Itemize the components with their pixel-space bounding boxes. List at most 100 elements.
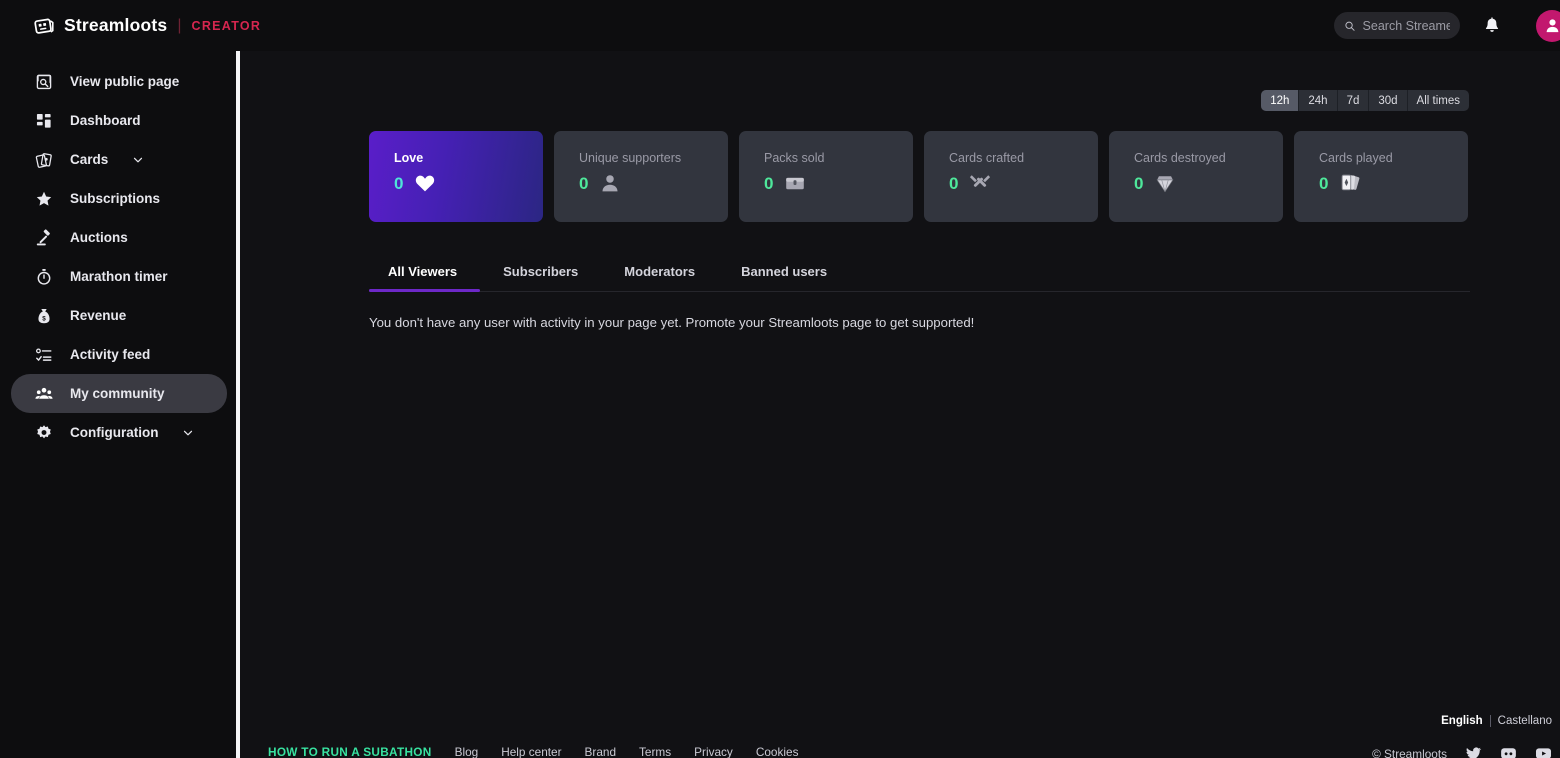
time-range-7d[interactable]: 7d — [1338, 90, 1370, 111]
stat-value: 0 — [949, 173, 959, 193]
page-scrollbar[interactable] — [236, 46, 240, 758]
twitter-icon[interactable] — [1465, 745, 1482, 758]
footer-link-cookies[interactable]: Cookies — [756, 745, 799, 758]
sidebar-item-label: Subscriptions — [70, 191, 161, 206]
stat-card-packs-sold[interactable]: Packs sold 0 — [739, 131, 913, 222]
search-container[interactable] — [1334, 12, 1460, 39]
stat-title: Cards played — [1319, 151, 1393, 165]
sidebar-item-label: Cards — [70, 152, 109, 167]
time-range-30d[interactable]: 30d — [1369, 90, 1408, 111]
stat-card-cards-played[interactable]: Cards played 0 — [1294, 131, 1468, 222]
bell-icon[interactable] — [1482, 15, 1502, 37]
sidebar-nav: View public page Dashboard Cards Subscri… — [0, 51, 238, 758]
stat-body: 0 — [579, 172, 728, 194]
sidebar-item-view-public-page[interactable]: View public page — [11, 62, 227, 101]
people-icon — [35, 387, 53, 399]
stat-card-cards-destroyed[interactable]: Cards destroyed 0 — [1109, 131, 1283, 222]
footer-subathon-cta[interactable]: HOW TO RUN A SUBATHON — [268, 745, 432, 758]
stat-body: 0 — [1319, 172, 1468, 194]
heart-icon — [416, 175, 435, 192]
language-switcher: English Castellano — [1441, 715, 1552, 727]
sidebar-item-label: Revenue — [70, 308, 127, 323]
sidebar-item-marathon-timer[interactable]: Marathon timer — [11, 257, 227, 296]
tab-moderators[interactable]: Moderators — [601, 264, 718, 291]
checklist-icon — [36, 348, 52, 361]
stat-card-love[interactable]: Love 0 — [369, 131, 543, 222]
money-bag-icon: $ — [38, 308, 50, 323]
cards-icon — [35, 152, 52, 168]
footer-copyright-row: © Streamloots — [1372, 745, 1552, 758]
language-castellano[interactable]: Castellano — [1498, 715, 1552, 727]
person-avatar-icon — [1546, 19, 1558, 33]
sidebar-item-activity-feed[interactable]: Activity feed — [11, 335, 227, 374]
tools-icon — [970, 175, 991, 187]
language-divider — [1489, 715, 1491, 727]
stat-body: 0 — [764, 172, 913, 194]
stat-card-unique-supporters[interactable]: Unique supporters 0 — [554, 131, 728, 222]
sidebar-item-label: Activity feed — [70, 347, 151, 362]
tab-all-viewers[interactable]: All Viewers — [369, 264, 481, 292]
top-header: Streamloots | CREATOR — [0, 0, 1560, 51]
stat-title: Cards crafted — [949, 151, 1025, 165]
sidebar-item-label: My community — [70, 386, 165, 401]
stat-body: 0 — [394, 172, 543, 194]
footer-link-brand[interactable]: Brand — [585, 745, 616, 758]
playing-cards-icon — [1342, 174, 1360, 191]
footer-link-privacy[interactable]: Privacy — [694, 745, 733, 758]
sidebar-item-auctions[interactable]: Auctions — [11, 218, 227, 257]
sidebar-item-label: Auctions — [70, 230, 128, 245]
stopwatch-icon — [37, 268, 51, 285]
chest-icon — [786, 177, 805, 190]
stat-value: 0 — [1319, 173, 1329, 193]
person-icon — [602, 175, 618, 192]
time-range-12h[interactable]: 12h — [1261, 90, 1300, 111]
footer-link-terms[interactable]: Terms — [639, 745, 671, 758]
sidebar-item-my-community[interactable]: My community — [11, 374, 227, 413]
brand-logo[interactable]: Streamloots | CREATOR — [33, 15, 261, 37]
time-range-group: 12h 24h 7d 30d All times — [1261, 90, 1469, 111]
sidebar-item-label: Configuration — [70, 425, 159, 440]
community-tabs: All Viewers Subscribers Moderators Banne… — [369, 264, 1470, 292]
footer-link-help-center[interactable]: Help center — [501, 745, 561, 758]
chevron-down-icon[interactable] — [182, 427, 194, 439]
discord-icon[interactable] — [1500, 745, 1517, 758]
stat-title: Unique supporters — [579, 151, 682, 165]
sidebar-item-dashboard[interactable]: Dashboard — [11, 101, 227, 140]
main-content: 12h 24h 7d 30d All times Love 0 Unique s… — [240, 51, 1560, 758]
stats-cards-row: Love 0 Unique supporters 0 Packs sold 0 … — [369, 131, 1468, 222]
sidebar-item-label: Dashboard — [70, 113, 141, 128]
tab-banned-users[interactable]: Banned users — [718, 264, 850, 291]
sidebar-item-cards[interactable]: Cards — [11, 140, 227, 179]
search-input[interactable] — [1362, 18, 1450, 33]
streamloots-logo-icon — [34, 18, 54, 34]
sidebar-item-revenue[interactable]: $ Revenue — [11, 296, 227, 335]
time-range-filter: 12h 24h 7d 30d All times — [1261, 90, 1469, 111]
sidebar-item-label: Marathon timer — [70, 269, 168, 284]
stat-card-cards-crafted[interactable]: Cards crafted 0 — [924, 131, 1098, 222]
sidebar-item-configuration[interactable]: Configuration — [11, 413, 227, 452]
footer-links: HOW TO RUN A SUBATHON Blog Help center B… — [268, 745, 798, 758]
footer-link-blog[interactable]: Blog — [455, 745, 479, 758]
search-icon — [1345, 21, 1355, 31]
stat-value: 0 — [764, 173, 774, 193]
stat-title: Packs sold — [764, 151, 825, 165]
grid-dashboard-icon — [36, 113, 51, 128]
sidebar-item-label: View public page — [70, 74, 180, 89]
time-range-24h[interactable]: 24h — [1299, 90, 1338, 111]
stat-value: 0 — [579, 173, 589, 193]
brand-badge: CREATOR — [191, 18, 262, 33]
user-avatar[interactable] — [1536, 9, 1560, 42]
tab-subscribers[interactable]: Subscribers — [480, 264, 601, 291]
language-english[interactable]: English — [1441, 715, 1483, 727]
chevron-down-icon[interactable] — [132, 154, 144, 166]
brand-name: Streamloots — [64, 15, 168, 35]
stat-value: 0 — [394, 173, 404, 193]
stat-value: 0 — [1134, 173, 1144, 193]
youtube-icon[interactable] — [1535, 745, 1552, 758]
sidebar-item-subscriptions[interactable]: Subscriptions — [11, 179, 227, 218]
stat-body: 0 — [949, 172, 1098, 194]
copyright-text: © Streamloots — [1372, 746, 1447, 758]
time-range-all-times[interactable]: All times — [1408, 90, 1469, 111]
svg-text:$: $ — [42, 315, 46, 322]
gavel-icon — [36, 228, 50, 245]
